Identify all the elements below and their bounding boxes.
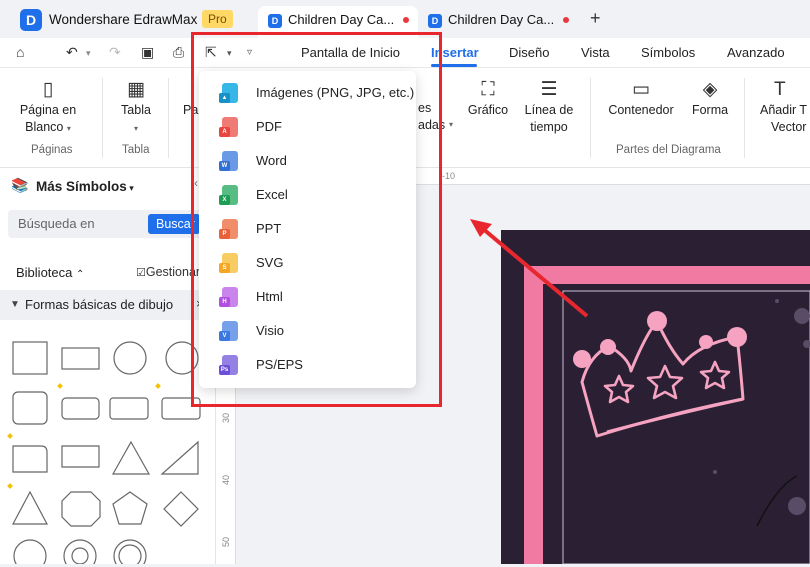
table-icon: ▦: [127, 79, 145, 100]
ribbon-divider: [744, 78, 745, 158]
shape-rectangle-2: [61, 445, 100, 468]
shape-diamond: [163, 491, 199, 527]
edraw-document-icon: D: [268, 14, 282, 28]
shape-rounded-square: [12, 391, 48, 425]
shape-triangle: [111, 440, 151, 475]
edrawmax-logo-icon: D: [20, 9, 42, 31]
blank-page-label-1: Página en: [19, 103, 77, 117]
blank-page-icon: ▯: [42, 79, 54, 100]
new-tab-button[interactable]: +: [590, 8, 601, 29]
basic-shapes-grid: [7, 341, 201, 564]
chevron-down-icon: ▾: [66, 124, 71, 133]
ribbon-divider: [590, 78, 591, 158]
container-button[interactable]: ▭ Contenedor: [603, 78, 679, 119]
sidebar-title[interactable]: Más Símbolos ▾: [36, 179, 134, 194]
add-text-label-1: Añadir T: [760, 103, 808, 117]
timeline-label-1: Línea de: [524, 103, 574, 117]
add-text-vector-button[interactable]: T Añadir T Vector: [760, 78, 810, 136]
ribbon-divider: [102, 78, 103, 158]
search-placeholder: Búsqueda en: [18, 216, 95, 231]
undo-icon[interactable]: ↶: [66, 44, 78, 61]
table-button[interactable]: ▦ Tabla ▾: [114, 78, 158, 137]
pro-badge[interactable]: Pro: [202, 10, 233, 28]
shape-label: Forma: [691, 103, 729, 117]
collapse-triangle-icon: ▼: [10, 299, 20, 310]
chevron-down-icon: ▾: [133, 124, 138, 133]
document-tab-label: Children Day Ca...: [448, 12, 555, 27]
chevron-down-icon: ▾: [449, 120, 454, 129]
home-icon[interactable]: ⌂: [16, 44, 24, 60]
shape-pentagon: [112, 491, 148, 525]
timeline-label-2: tiempo: [530, 120, 568, 134]
menu-vista[interactable]: Vista: [581, 45, 610, 60]
symbols-sidebar: 📚 Más Símbolos ▾ Búsqueda en Buscar Bibl…: [0, 168, 216, 564]
chart-icon: ⛶: [481, 79, 495, 100]
shape-triangle-2: [12, 490, 48, 525]
library-books-icon: 📚: [11, 177, 29, 193]
ruler-tick-label: 40: [221, 475, 231, 486]
shape-circle: [113, 341, 147, 375]
ruler-tick-label: 50: [221, 537, 231, 548]
shape-square: [12, 341, 48, 375]
shape-ring-3-inner: [118, 544, 142, 564]
shape-rounded-rectangle-2: [109, 397, 149, 420]
table-label: Tabla: [121, 103, 151, 117]
shape-right-triangle: [160, 440, 199, 475]
document-tab-label: Children Day Ca...: [288, 12, 395, 27]
shape-snip-rectangle: [12, 445, 48, 473]
chart-label: Gráfico: [467, 103, 509, 117]
shape-octagon: [61, 491, 101, 527]
red-highlight-annotation-box: [191, 32, 442, 407]
ruler-tick-label: 30: [221, 413, 231, 424]
redo-icon[interactable]: ↷: [109, 44, 121, 61]
document-tab-2[interactable]: D Children Day Ca...: [418, 6, 578, 38]
shape-rounded-rectangle: [61, 397, 100, 420]
undo-dropdown-chevron-icon[interactable]: ▾: [86, 48, 91, 59]
ruler-tick-label: -10: [442, 171, 456, 181]
container-label: Contenedor: [608, 103, 674, 117]
ribbon-group-partes: Partes del Diagrama: [616, 144, 721, 156]
chart-button[interactable]: ⛶ Gráfico: [462, 78, 514, 119]
library-toggle[interactable]: Biblioteca ⌃: [16, 265, 84, 280]
timeline-icon: ☰: [540, 79, 558, 100]
save-icon[interactable]: ▣: [141, 44, 154, 61]
ribbon-group-tabla: Tabla: [122, 144, 150, 156]
menu-avanzado[interactable]: Avanzado: [727, 45, 785, 60]
shape-icon: ◈: [702, 79, 718, 100]
shape-ring: [13, 539, 47, 564]
blank-page-label-2: Blanco: [25, 120, 64, 134]
card-inner-panel: [543, 284, 810, 564]
menu-simbolos[interactable]: Símbolos: [641, 45, 695, 60]
shape-ring-2-inner: [71, 547, 89, 564]
ribbon-divider: [168, 78, 169, 158]
category-header[interactable]: ▼ Formas básicas de dibujo: [0, 290, 215, 320]
text-vector-icon: T: [774, 79, 786, 100]
timeline-button[interactable]: ☰ Línea de tiempo: [520, 78, 578, 136]
menu-diseno[interactable]: Diseño: [509, 45, 549, 60]
edraw-document-icon: D: [428, 14, 442, 28]
add-text-label-2: Vector: [771, 120, 807, 134]
unsaved-dot-icon: [563, 17, 569, 23]
blank-page-button[interactable]: ▯ Página en Blanco ▾: [18, 78, 78, 137]
shape-rectangle: [61, 347, 100, 370]
category-label: Formas básicas de dibujo: [25, 297, 174, 312]
container-icon: ▭: [632, 79, 650, 100]
ribbon-group-paginas: Páginas: [31, 144, 73, 156]
app-name: Wondershare EdrawMax: [49, 12, 198, 27]
unsaved-dot-icon: [403, 17, 409, 23]
shape-button[interactable]: ◈ Forma: [688, 78, 732, 119]
print-icon[interactable]: ⎙: [173, 44, 184, 61]
